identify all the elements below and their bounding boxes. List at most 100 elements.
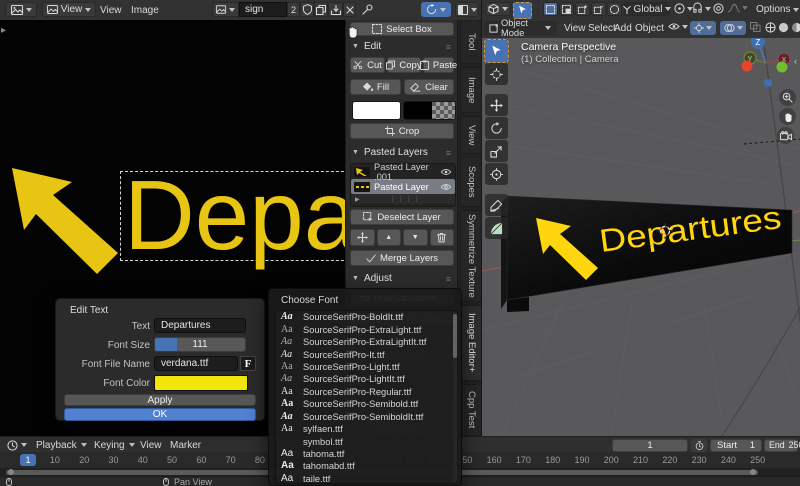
select-mode-circle[interactable] <box>607 2 622 16</box>
select-mode-box[interactable] <box>559 2 574 16</box>
font-color-swatch[interactable] <box>154 375 248 391</box>
tool-cursor[interactable] <box>485 63 508 85</box>
edit-panel-header[interactable]: ▼ Edit ≡ <box>352 41 452 52</box>
keying-menu[interactable]: Keying <box>94 437 135 453</box>
zoom-button[interactable] <box>779 89 796 106</box>
clear-button[interactable]: Clear <box>404 79 454 95</box>
tab-view[interactable]: View <box>460 116 482 154</box>
list-grip-icon[interactable]: ⋮⋮⋮⋮ <box>389 195 421 203</box>
proportional-editing-button[interactable] <box>713 3 724 14</box>
pack-image-button[interactable] <box>328 2 343 17</box>
layer-row[interactable]: Pasted Layer .001 <box>351 162 455 182</box>
font-list[interactable]: Aa SourceSerifPro-BoldIt.ttf Aa SourceSeri… <box>275 310 457 484</box>
layer-down-button[interactable]: ▼ <box>403 229 428 246</box>
font-list-item[interactable]: Aa taile.ttf <box>276 473 456 483</box>
image-browse-dropdown[interactable] <box>212 2 239 17</box>
font-list-item[interactable]: Aa SourceSerifPro-ExtraLight.ttf <box>276 323 456 335</box>
fill-button[interactable]: Fill <box>350 79 401 95</box>
font-list-item[interactable]: Aa SourceSerifPro-Regular.ttf <box>276 386 456 398</box>
font-list-scrollbar[interactable] <box>453 312 457 482</box>
pan-button[interactable] <box>779 108 796 125</box>
fake-user-button[interactable] <box>300 2 314 17</box>
duplicate-image-button[interactable] <box>314 2 328 17</box>
view-mode-dropdown[interactable]: View <box>42 2 96 17</box>
menu-view[interactable]: View <box>100 0 122 20</box>
pin-button[interactable] <box>362 3 374 15</box>
editor-type-button[interactable] <box>5 2 37 17</box>
active-tool-select-box[interactable] <box>513 1 532 19</box>
tool-select-box[interactable] <box>484 39 509 63</box>
shading-material-icon[interactable] <box>791 22 800 33</box>
falloff-dropdown[interactable] <box>727 3 748 13</box>
xray-toggle[interactable] <box>750 21 761 33</box>
copy-button[interactable]: Copy <box>386 57 422 73</box>
transform-orientation-dropdown[interactable]: Global <box>622 2 672 16</box>
timeline-view-menu[interactable]: View <box>140 437 162 453</box>
font-list-item[interactable]: Aa SourceSerifPro-LightIt.ttf <box>276 373 456 385</box>
font-list-item[interactable]: Aa sylfaen.ttf <box>276 423 456 435</box>
end-frame-field[interactable]: End 250 <box>764 438 800 452</box>
font-scrollbar-handle[interactable] <box>453 314 457 358</box>
layer-row-selected[interactable]: Pasted Layer <box>351 179 455 194</box>
text-input[interactable]: Departures <box>154 318 246 333</box>
menu-add-3d[interactable]: Add <box>614 19 632 38</box>
unlink-image-button[interactable] <box>343 2 356 17</box>
layers-list-footer[interactable]: ▶ ⋮⋮⋮⋮ <box>351 194 455 204</box>
gizmo-y-neg[interactable] <box>776 61 788 73</box>
tool-measure[interactable] <box>485 217 508 239</box>
marker-menu[interactable]: Marker <box>170 437 201 453</box>
tool-rotate[interactable] <box>485 117 508 139</box>
shading-solid-icon[interactable] <box>778 22 789 33</box>
eye-icon[interactable] <box>440 183 452 191</box>
font-list-item[interactable]: Aa SourceSerifPro-It.ttf <box>276 348 456 360</box>
preview-range-toggle[interactable] <box>691 438 707 452</box>
menu-select-3d[interactable]: Select <box>588 19 616 38</box>
overlays-dropdown[interactable] <box>720 21 746 35</box>
scrollbar-right-grip[interactable] <box>750 469 756 475</box>
list-expand-icon[interactable]: ▶ <box>355 196 360 203</box>
deselect-layer-button[interactable]: Deselect Layer <box>350 209 454 225</box>
panel-grip-icon[interactable]: ≡ <box>446 274 452 284</box>
layer-up-button[interactable]: ▲ <box>376 229 401 246</box>
font-file-input[interactable]: verdana.ttf <box>154 356 238 371</box>
scrollbar-left-grip[interactable] <box>8 469 14 475</box>
gizmos-dropdown[interactable] <box>690 21 716 35</box>
menu-image[interactable]: Image <box>131 0 159 20</box>
panel-grip-icon[interactable]: ≡ <box>446 148 452 158</box>
apply-button[interactable]: Apply <box>64 394 256 406</box>
gizmo-x-neg[interactable] <box>741 60 753 72</box>
timeline-editor-type-button[interactable] <box>4 438 30 452</box>
navigation-gizmo[interactable]: Z Y X <box>736 38 796 96</box>
select-box-button[interactable]: Select Box <box>350 22 454 36</box>
options-dropdown[interactable]: Options <box>756 0 800 19</box>
current-frame-field[interactable]: 1 <box>612 438 688 452</box>
ok-button[interactable]: OK <box>64 408 256 421</box>
font-list-item[interactable]: Aa SourceSerifPro-BoldIt.ttf <box>276 311 456 323</box>
paste-button[interactable]: Paste <box>419 57 457 73</box>
tab-tool[interactable]: Tool <box>460 20 482 64</box>
mode-dropdown[interactable]: Object Mode <box>484 18 556 38</box>
font-list-item[interactable]: Aa tahoma.ttf <box>276 448 456 460</box>
users-count-button[interactable]: 2 <box>287 2 300 17</box>
playback-menu[interactable]: Playback <box>36 437 87 453</box>
start-frame-field[interactable]: Start 1 <box>710 438 762 452</box>
font-list-item[interactable]: Aa SourceSerifPro-SemiboldIt.ttf <box>276 411 456 423</box>
crop-button[interactable]: Crop <box>350 123 454 139</box>
font-size-slider[interactable]: 111 <box>154 337 246 352</box>
display-channels-dropdown[interactable] <box>455 2 479 17</box>
font-list-item[interactable]: Aa SourceSerifPro-Light.ttf <box>276 361 456 373</box>
font-list-item[interactable]: symbol.ttf <box>276 435 456 447</box>
select-mode-subtract[interactable] <box>591 2 606 16</box>
camera-view-button[interactable] <box>777 127 794 144</box>
image-name-field[interactable]: sign <box>239 2 287 17</box>
snap-target-button[interactable] <box>674 3 693 14</box>
delete-layer-button[interactable] <box>429 229 454 246</box>
viewport-3d[interactable]: Departures Camera Perspective (1) Collec… <box>481 38 800 436</box>
tab-cpp-test[interactable]: Cpp Test <box>460 384 482 436</box>
playhead-chip[interactable]: 1 <box>20 453 36 466</box>
font-list-item[interactable]: Aa SourceSerifPro-ExtraLightIt.ttf <box>276 336 456 348</box>
panel-grip-icon[interactable]: ≡ <box>446 42 452 52</box>
select-mode-extend[interactable] <box>575 2 590 16</box>
tab-scopes[interactable]: Scopes <box>460 157 482 207</box>
font-picker-button[interactable]: F <box>240 356 256 371</box>
